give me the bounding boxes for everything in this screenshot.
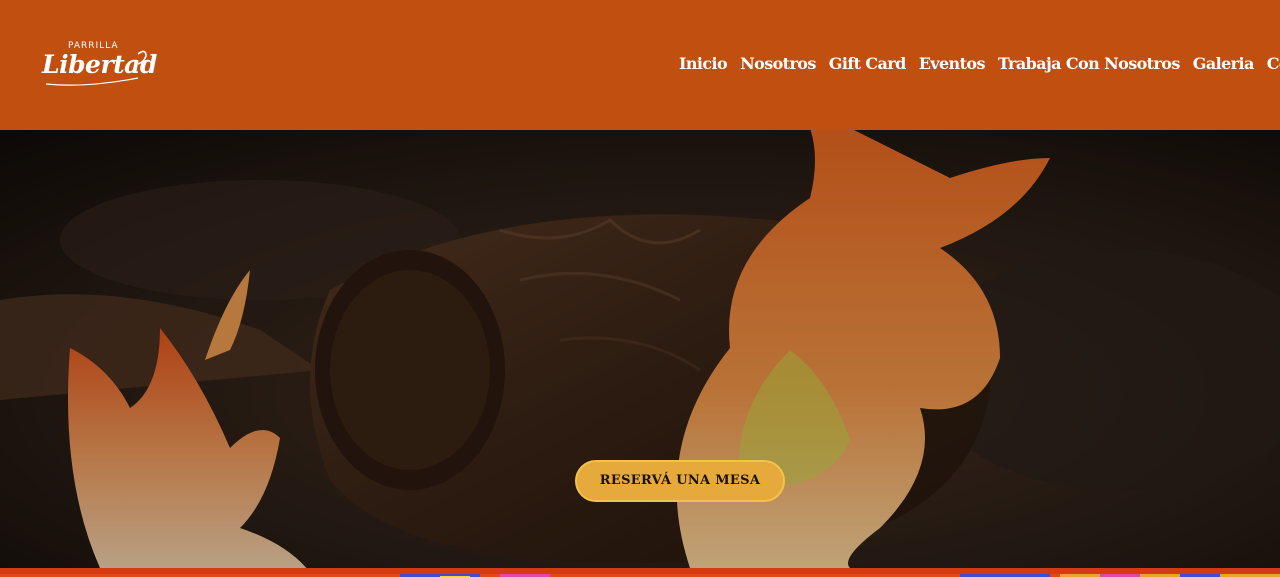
nav-item-nosotros[interactable]: Nosotros xyxy=(740,54,816,73)
logo-swirl-icon xyxy=(45,50,147,86)
nav-item-trabaja-con-nosotros[interactable]: Trabaja Con Nosotros xyxy=(998,54,1181,73)
brand-logo[interactable]: PARRILLA Libertad xyxy=(42,40,157,90)
nav-item-galeria[interactable]: Galeria xyxy=(1193,54,1255,73)
site-header: PARRILLA Libertad Inicio Nosotros Gift Car… xyxy=(0,0,1280,130)
main-nav: Inicio Nosotros Gift Card Eventos Trabaja Co… xyxy=(679,54,1280,73)
reserve-table-button[interactable]: RESERVÁ UNA MESA xyxy=(575,460,785,502)
nav-item-inicio[interactable]: Inicio xyxy=(679,54,728,73)
nav-item-gift-card[interactable]: Gift Card xyxy=(829,54,907,73)
nav-item-contacto[interactable]: Contacto xyxy=(1267,54,1280,73)
hero-section: RESERVÁ UNA MESA xyxy=(0,130,1280,568)
fire-log-background xyxy=(0,130,1280,568)
colorful-pattern-strip xyxy=(0,568,1280,577)
nav-item-eventos[interactable]: Eventos xyxy=(919,54,986,73)
